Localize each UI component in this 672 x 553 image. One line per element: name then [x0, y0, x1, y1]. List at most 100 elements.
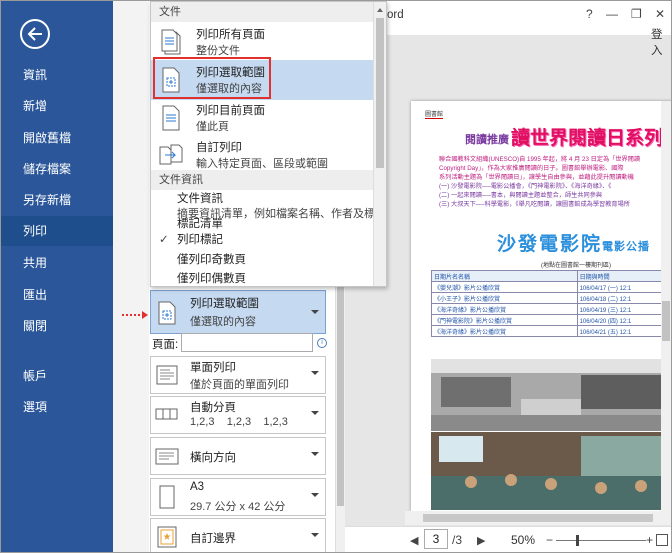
custom-print-desc: 輸入特定頁面、區段或範圍: [196, 158, 328, 170]
fit-page-icon[interactable]: [656, 534, 668, 546]
print-sides-select[interactable]: 單面列印 僅於頁面的單面列印: [150, 356, 326, 394]
menu-item-print-all[interactable]: 列印所有頁面 整份文件: [151, 22, 374, 62]
dropdown-header-document: 文件: [151, 2, 374, 22]
help-button[interactable]: ?: [586, 7, 593, 21]
table-row: 《門神電影院》影片公播欣賞 106/04/20 (四) 12:1: [431, 314, 671, 326]
zoom-slider[interactable]: [556, 535, 646, 546]
menu-item-even-pages[interactable]: 僅列印偶數頁: [151, 269, 374, 286]
nav-item-print[interactable]: 列印: [1, 216, 113, 246]
info-icon[interactable]: i: [317, 338, 327, 348]
pages-label: 頁面:: [152, 339, 179, 351]
dropdown-scroll-thumb[interactable]: [376, 18, 384, 168]
nav-item-share[interactable]: 共用: [1, 248, 113, 278]
preview-scroll-thumb[interactable]: [662, 301, 670, 341]
table-cell: 106/04/21 (五) 12:1: [576, 325, 671, 337]
nav-item-account[interactable]: 帳戶: [1, 361, 113, 391]
collate-select[interactable]: 自動分頁 1,2,3 1,2,3 1,2,3: [150, 396, 326, 434]
table-header-cell: 日期片名名稱: [431, 270, 578, 282]
doc-paragraph: (一) 沙發電影院──電影公播會，《門神電影院》、《海洋奇緣》、《: [439, 183, 612, 190]
margins-select[interactable]: 自訂邊界: [150, 518, 326, 552]
red-dotted-arrow: [122, 311, 148, 319]
menu-item-document-info[interactable]: 文件資訊 摘要資訊清單，例如檔案名稱、作者及標題: [151, 188, 386, 222]
nav-item-options[interactable]: 選項: [1, 392, 113, 422]
doc-cinema-title: 沙發電影院電影公播: [497, 229, 650, 256]
print-sides-desc: 僅於頁面的單面列印: [190, 379, 289, 391]
single-side-page-icon: [156, 365, 178, 385]
print-range-dropdown: 文件 列印所有頁面 整份文件 列印選取範圍 僅選取的內容 列印目前頁面 僅此頁 …: [150, 1, 387, 287]
preview-vertical-scrollbar[interactable]: [661, 101, 671, 511]
red-highlight-box: [153, 57, 271, 99]
zoom-slider-knob[interactable]: [576, 535, 579, 546]
back-arrow-icon: [27, 27, 42, 41]
sign-in-link[interactable]: 登入: [651, 26, 671, 58]
cinema-title-text: 沙發電影院: [497, 234, 603, 255]
restore-button[interactable]: ❐: [631, 7, 642, 21]
print-range-title: 列印選取範圍: [190, 298, 259, 310]
chevron-down-icon: [311, 452, 319, 456]
close-button[interactable]: ✕: [655, 7, 665, 21]
print-range-select[interactable]: 列印選取範圍 僅選取的內容: [150, 290, 326, 334]
chevron-down-icon: [311, 371, 319, 375]
print-all-desc: 整份文件: [196, 45, 240, 57]
settings-scrollbar[interactable]: [335, 246, 345, 552]
menu-item-odd-pages[interactable]: 僅列印奇數頁: [151, 250, 374, 270]
menu-item-custom-print[interactable]: 自訂列印 輸入特定頁面、區段或範圍: [151, 135, 374, 175]
document-preview-page: 圖書館 閱讀推廣 讀世界閱讀日系列 聯合國教科文組織(UNESCO)自 1995…: [411, 101, 671, 511]
paper-size-select[interactable]: A3 29.7 公分 x 42 公分: [150, 478, 326, 516]
zoom-in-button[interactable]: +: [646, 533, 653, 547]
nav-item-open[interactable]: 開啟舊檔: [1, 123, 113, 153]
print-current-title: 列印目前頁面: [196, 105, 265, 117]
doc-schedule-table: 日期片名名稱 日期與時間 《嬰兒潮》影片公播欣賞 106/04/17 (一) 1…: [431, 270, 671, 337]
menu-item-markup-list[interactable]: 標記清單: [151, 218, 374, 230]
zoom-level[interactable]: 50%: [511, 533, 535, 547]
chevron-down-icon: [311, 493, 319, 497]
pages-input[interactable]: [181, 333, 313, 352]
all-pages-icon: [161, 29, 181, 55]
nav-item-export[interactable]: 匯出: [1, 280, 113, 310]
doc-paragraph: (三) 大叔天下──科學電影，《舉凡吃閱讀，讓圖書館成為學習教育場所: [439, 201, 630, 208]
table-row: 《海洋奇緣》影片公播欣賞 106/04/21 (五) 12:1: [431, 325, 671, 337]
nav-item-save[interactable]: 儲存檔案: [1, 154, 113, 184]
table-header-row: 日期片名名稱 日期與時間: [431, 270, 671, 282]
table-header-cell: 日期與時間: [576, 270, 671, 282]
doc-heading-big: 讀世界閱讀日系列: [511, 128, 664, 149]
current-page-icon: [162, 105, 180, 131]
menu-item-print-current[interactable]: 列印目前頁面 僅此頁: [151, 98, 374, 138]
print-all-title: 列印所有頁面: [196, 29, 265, 41]
nav-item-info[interactable]: 資訊: [1, 60, 113, 90]
preview-horizontal-scrollbar[interactable]: [405, 511, 671, 525]
custom-print-title: 自訂列印: [196, 142, 242, 154]
table-cell: 《門神電影院》影片公播欣賞: [431, 314, 578, 326]
dropdown-header-info: 文件資訊: [151, 170, 374, 190]
print-sides-title: 單面列印: [190, 362, 236, 374]
nav-item-save-as[interactable]: 另存新檔: [1, 185, 113, 215]
table-cell: 《小王子》影片公播欣賞: [431, 292, 578, 304]
table-cell: 《海洋奇緣》影片公播欣賞: [431, 325, 578, 337]
print-current-desc: 僅此頁: [196, 121, 229, 133]
next-page-button[interactable]: ▶: [477, 534, 485, 547]
doc-paragraph: (二) 一起來閱讀──書本，與閱讀主題並整合，師生共同參與: [439, 192, 603, 199]
dropdown-scrollbar[interactable]: [373, 2, 386, 286]
nav-item-close[interactable]: 關閉: [1, 311, 113, 341]
scroll-up-icon[interactable]: [377, 8, 383, 12]
checkmark-icon: ✓: [159, 234, 169, 246]
orientation-title: 橫向方向: [190, 452, 236, 464]
prev-page-button[interactable]: ◀: [410, 534, 418, 547]
preview-hscroll-thumb[interactable]: [423, 514, 653, 522]
table-cell: 《海洋奇緣》影片公播欣賞: [431, 303, 578, 315]
menu-item-print-markup[interactable]: ✓ 列印標記: [151, 230, 374, 250]
zoom-out-button[interactable]: −: [546, 533, 553, 547]
library-photo-1: [431, 359, 671, 431]
table-cell: 106/04/18 (二) 12:1: [576, 292, 671, 304]
current-page-input[interactable]: 3: [424, 529, 448, 549]
word-backstage-window: 資訊 新增 開啟舊檔 儲存檔案 另存新檔 列印 共用 匯出 關閉 帳戶 選項 列…: [0, 0, 672, 553]
doc-cinema-sub: (地點在圖書館一樓期刊區): [541, 263, 611, 269]
settings-scroll-thumb[interactable]: [337, 256, 344, 506]
print-range-desc: 僅選取的內容: [190, 316, 256, 328]
table-cell: 106/04/17 (一) 12:1: [576, 281, 671, 293]
back-button[interactable]: [20, 19, 50, 49]
orientation-select[interactable]: 橫向方向: [150, 437, 326, 475]
panel-gutter: [113, 1, 149, 552]
nav-item-new[interactable]: 新增: [1, 91, 113, 121]
minimize-button[interactable]: —: [606, 7, 618, 21]
